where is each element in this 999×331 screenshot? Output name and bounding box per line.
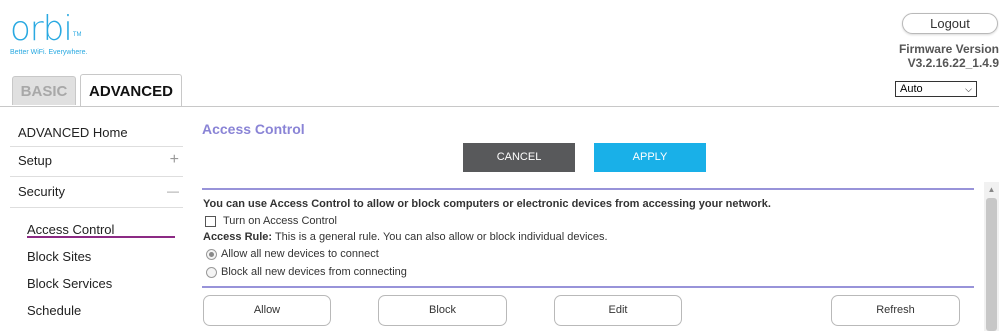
sidebar-item-label: ADVANCED Home [18, 125, 128, 140]
language-select[interactable]: Auto ⌵ [895, 81, 977, 97]
logout-button[interactable]: Logout [902, 13, 998, 34]
sidebar-subitem-block-services[interactable]: Block Services [27, 276, 112, 291]
block-button[interactable]: Block [378, 295, 507, 326]
sidebar-subitem-access-control[interactable]: Access Control [27, 222, 114, 237]
active-item-underline [27, 236, 175, 238]
sidebar-item-label: Setup [18, 153, 52, 168]
collapse-minus-icon[interactable]: — [167, 184, 179, 198]
cancel-button[interactable]: CANCEL [463, 143, 575, 172]
block-new-devices-radio[interactable] [206, 266, 217, 278]
sidebar-item-label: Security [18, 184, 65, 199]
sidebar-subitem-block-sites[interactable]: Block Sites [27, 249, 91, 264]
logo-trademark: TM [72, 32, 82, 38]
firmware-label: Firmware Version [898, 42, 999, 56]
allow-new-devices-radio[interactable] [206, 248, 217, 260]
refresh-button[interactable]: Refresh [831, 295, 960, 326]
access-rule-text: Access Rule: This is a general rule. You… [203, 231, 608, 243]
logo-word: orbi [10, 9, 73, 49]
apply-button[interactable]: APPLY [594, 143, 706, 172]
turn-on-access-control-checkbox[interactable] [205, 215, 216, 227]
allow-button[interactable]: Allow [203, 295, 331, 326]
radio-block-row[interactable]: Block all new devices from connecting [206, 266, 407, 278]
logo-tagline: Better WiFi. Everywhere. [10, 49, 88, 56]
allow-new-devices-label: Allow all new devices to connect [221, 248, 379, 260]
firmware-version: V3.2.16.22_1.4.9 [907, 56, 999, 70]
tab-divider [0, 106, 999, 107]
access-control-description: You can use Access Control to allow or b… [203, 198, 771, 210]
radio-allow-row[interactable]: Allow all new devices to connect [206, 248, 379, 260]
sidebar-divider [10, 146, 183, 147]
tab-advanced[interactable]: ADVANCED [80, 74, 182, 107]
sidebar-item-security[interactable]: Security — [10, 184, 183, 199]
section-divider [202, 188, 974, 190]
scrollbar-thumb[interactable] [986, 198, 997, 331]
section-divider [202, 286, 974, 288]
language-selected-value: Auto [900, 83, 923, 95]
scroll-up-arrow-icon[interactable]: ▲ [984, 182, 999, 197]
block-new-devices-label: Block all new devices from connecting [221, 266, 407, 278]
sidebar-item-setup[interactable]: Setup + [10, 151, 183, 169]
page-title: Access Control [202, 121, 305, 137]
expand-plus-icon[interactable]: + [170, 151, 179, 169]
sidebar-item-advanced-home[interactable]: ADVANCED Home [10, 125, 183, 140]
sidebar-divider [10, 176, 183, 177]
chevron-down-icon: ⌵ [965, 84, 972, 94]
turn-on-access-control-label: Turn on Access Control [223, 215, 337, 227]
edit-button[interactable]: Edit [554, 295, 682, 326]
access-rule-description: This is a general rule. You can also all… [272, 231, 608, 243]
access-rule-label: Access Rule: [203, 231, 273, 243]
sidebar-divider [10, 207, 183, 208]
orbi-logo: orbiTM Better WiFi. Everywhere. [10, 12, 87, 56]
tab-basic[interactable]: BASIC [12, 76, 76, 105]
sidebar-subitem-schedule[interactable]: Schedule [27, 303, 81, 318]
turn-on-access-control-row[interactable]: Turn on Access Control [205, 215, 337, 227]
